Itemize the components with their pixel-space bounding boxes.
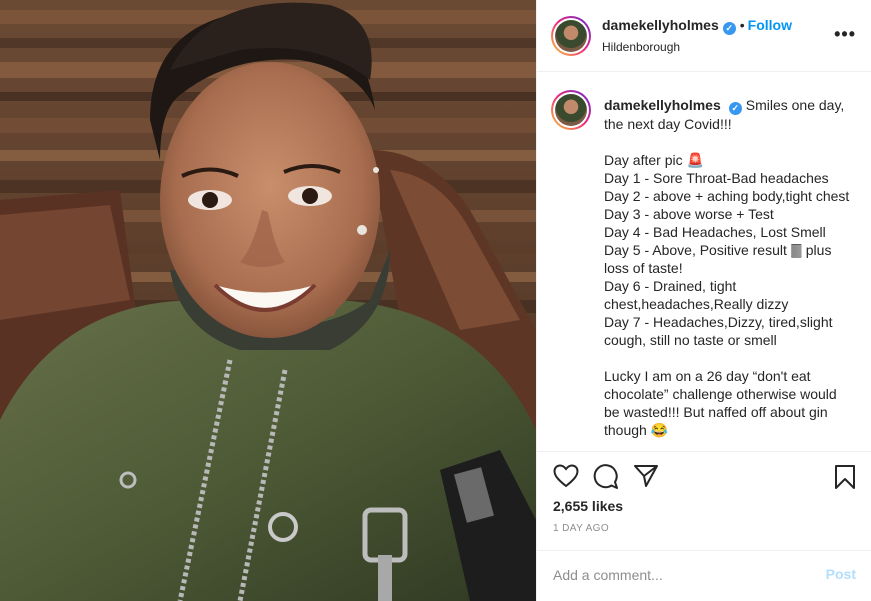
share-icon[interactable]: [633, 464, 659, 488]
avatar[interactable]: [551, 16, 591, 56]
caption-username-link[interactable]: damekellyholmes: [604, 97, 721, 113]
heart-icon[interactable]: [553, 464, 579, 488]
caption-avatar[interactable]: [551, 90, 591, 130]
likes-count[interactable]: 2,655 likes: [553, 498, 623, 514]
comment-input[interactable]: [553, 565, 803, 585]
selfie-image: [0, 0, 536, 601]
caption: damekellyholmes ✓ Smiles one day, the next…: [604, 96, 856, 439]
comment-icon[interactable]: [593, 464, 619, 490]
bookmark-icon[interactable]: [834, 464, 856, 490]
post-timestamp[interactable]: 1 DAY AGO: [553, 523, 609, 534]
verified-badge-icon: ✓: [728, 102, 742, 115]
post-header: damekellyholmes ✓ • Follow Hildenborough ••…: [537, 0, 871, 72]
comment-box: Post: [537, 550, 871, 601]
follow-button[interactable]: Follow: [748, 17, 792, 33]
post-side-panel: damekellyholmes ✓ • Follow Hildenborough ••…: [536, 0, 871, 601]
separator-dot: •: [739, 17, 745, 33]
username-link[interactable]: damekellyholmes: [602, 17, 719, 33]
location-link[interactable]: Hildenborough: [602, 40, 792, 54]
more-horizontal-icon[interactable]: •••: [834, 24, 856, 45]
verified-badge-icon: ✓: [722, 22, 736, 35]
post-comment-button[interactable]: Post: [826, 566, 856, 582]
post-photo[interactable]: [0, 0, 536, 601]
post-actions: 2,655 likes 1 DAY AGO Post: [537, 451, 871, 601]
caption-area: damekellyholmes ✓ Smiles one day, the next…: [537, 73, 871, 451]
caption-text: Smiles one day, the next day Covid!!! Da…: [604, 97, 850, 438]
